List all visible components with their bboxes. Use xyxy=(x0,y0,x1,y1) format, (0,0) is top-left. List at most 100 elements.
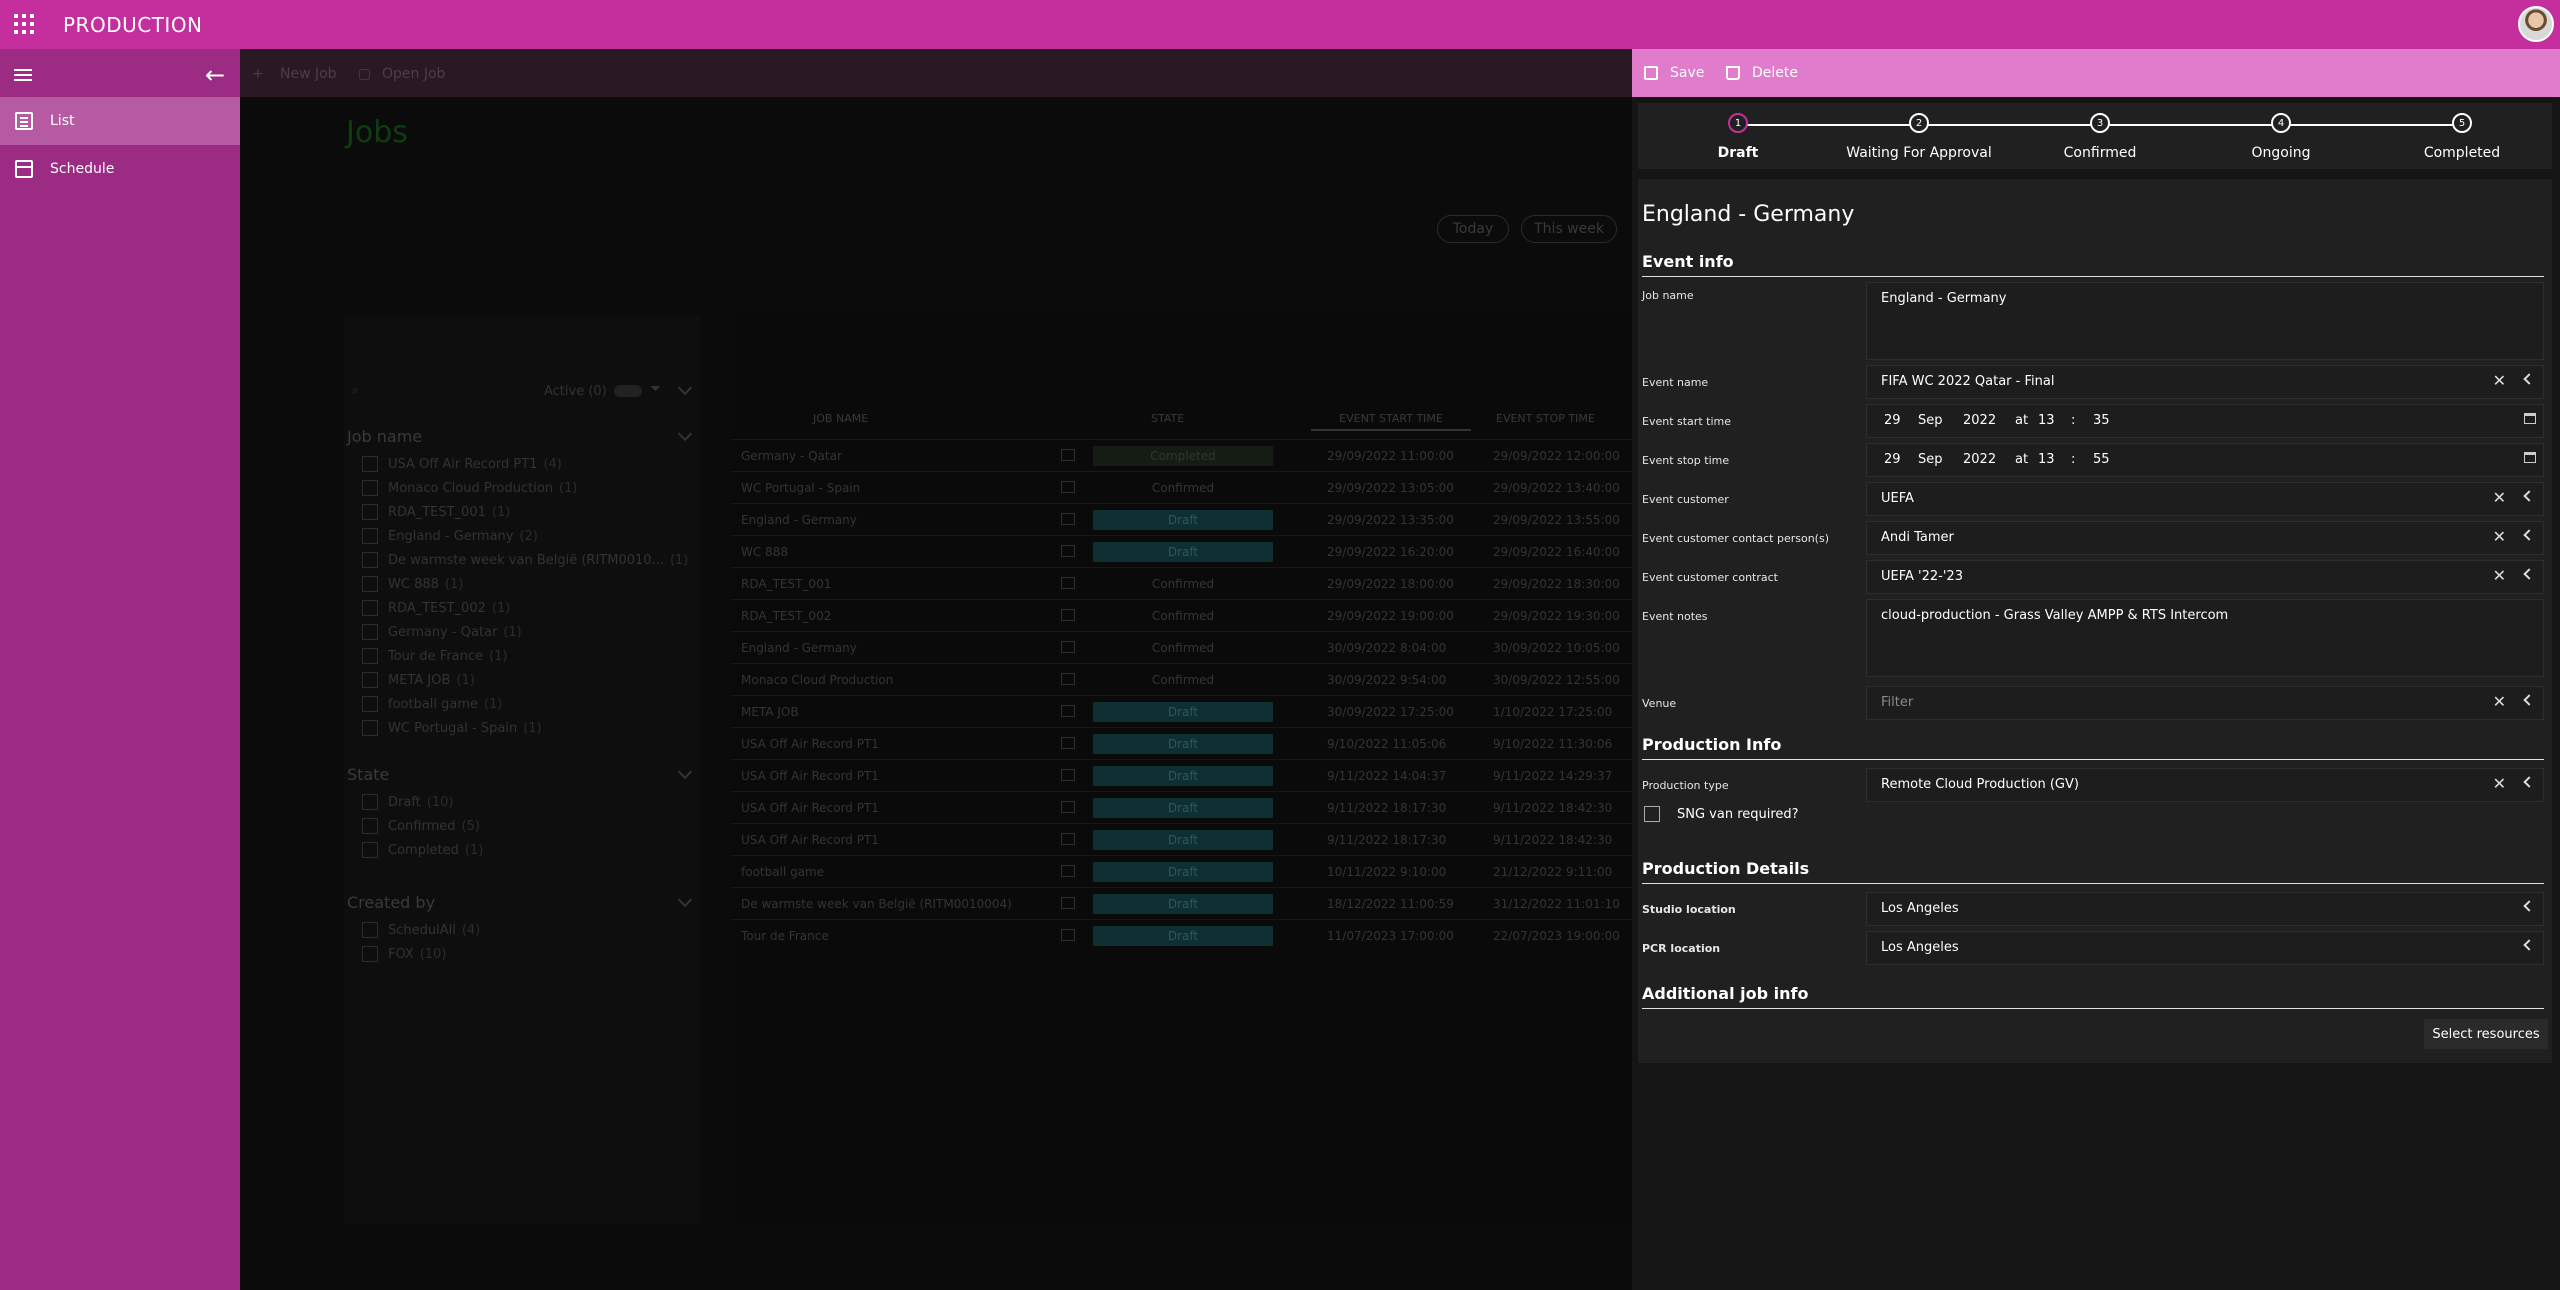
checkbox-box[interactable] xyxy=(362,842,378,858)
studio-location-field[interactable]: Los Angeles xyxy=(1866,892,2544,926)
venue-field[interactable]: Filter ✕ xyxy=(1866,686,2544,720)
delete-button[interactable]: Delete xyxy=(1726,65,1798,81)
filter-item[interactable]: De warmste week van België (RITM0010... (… xyxy=(362,552,688,568)
table-row[interactable]: RDA_TEST_001 Confirmed 29/09/2022 18:00:00… xyxy=(731,567,1632,599)
table-row[interactable]: England - Germany Draft 29/09/2022 13:35:0… xyxy=(731,503,1632,535)
checkbox-box[interactable] xyxy=(362,576,378,592)
stop-month[interactable]: Sep xyxy=(1918,452,1943,467)
job-name-field[interactable]: England - Germany xyxy=(1866,282,2544,360)
new-job-button[interactable]: New Job xyxy=(280,66,337,82)
column-header-stop[interactable]: EVENT STOP TIME xyxy=(1496,412,1595,425)
filter-item[interactable]: WC 888 (1) xyxy=(362,576,463,592)
production-type-field[interactable]: Remote Cloud Production (GV) ✕ xyxy=(1866,768,2544,802)
open-link-icon[interactable] xyxy=(1061,897,1075,909)
checkbox-box[interactable] xyxy=(362,922,378,938)
table-row[interactable]: RDA_TEST_002 Confirmed 29/09/2022 19:00:00… xyxy=(731,599,1632,631)
sidebar-item-schedule[interactable]: Schedule xyxy=(0,145,240,193)
this-week-button[interactable]: This week xyxy=(1521,215,1617,243)
filter-item[interactable]: football game (1) xyxy=(362,696,502,712)
checkbox-box[interactable] xyxy=(362,600,378,616)
clear-icon[interactable]: ✕ xyxy=(2493,527,2506,546)
calendar-icon[interactable] xyxy=(2524,413,2536,424)
search-icon[interactable]: ⌕ xyxy=(352,383,359,398)
chevron-left-icon[interactable] xyxy=(2523,529,2535,541)
table-row[interactable]: WC Portugal - Spain Confirmed 29/09/2022 1… xyxy=(731,471,1632,503)
start-hour[interactable]: 13 xyxy=(2038,413,2055,428)
table-row[interactable]: Germany - Qatar Completed 29/09/2022 11:00… xyxy=(731,439,1632,471)
checkbox-box[interactable] xyxy=(362,672,378,688)
open-link-icon[interactable] xyxy=(1061,481,1075,493)
chevron-down-icon[interactable] xyxy=(677,426,693,442)
open-link-icon[interactable] xyxy=(1061,513,1075,525)
event-name-field[interactable]: FIFA WC 2022 Qatar - Final ✕ xyxy=(1866,365,2544,399)
open-link-icon[interactable] xyxy=(1061,737,1075,749)
filter-item[interactable]: SchedulAll (4) xyxy=(362,922,480,938)
back-arrow-icon[interactable]: ← xyxy=(205,61,225,89)
filter-item[interactable]: META JOB (1) xyxy=(362,672,475,688)
avatar[interactable] xyxy=(2518,6,2554,42)
open-link-icon[interactable] xyxy=(1061,673,1075,685)
chevron-left-icon[interactable] xyxy=(2523,373,2535,385)
active-toggle[interactable] xyxy=(614,385,642,397)
column-header-job-name[interactable]: JOB NAME xyxy=(813,412,868,425)
select-resources-button[interactable]: Select resources xyxy=(2424,1019,2548,1049)
filter-item[interactable]: Germany - Qatar (1) xyxy=(362,624,522,640)
chevron-down-icon[interactable] xyxy=(677,380,693,396)
stop-day[interactable]: 29 xyxy=(1884,452,1901,467)
open-link-icon[interactable] xyxy=(1061,577,1075,589)
filter-item[interactable]: USA Off Air Record PT1 (4) xyxy=(362,456,562,472)
checkbox-box[interactable] xyxy=(362,624,378,640)
chevron-down-icon[interactable] xyxy=(677,892,693,908)
calendar-icon[interactable] xyxy=(2524,452,2536,463)
start-year[interactable]: 2022 xyxy=(1963,413,1996,428)
hamburger-icon[interactable] xyxy=(14,69,32,81)
table-row[interactable]: football game Draft 10/11/2022 9:10:00 21/1… xyxy=(731,855,1632,887)
checkbox-box[interactable] xyxy=(1644,806,1660,822)
clear-icon[interactable]: ✕ xyxy=(2493,371,2506,390)
clear-icon[interactable]: ✕ xyxy=(2493,774,2506,793)
checkbox-box[interactable] xyxy=(362,696,378,712)
filter-item[interactable]: RDA_TEST_001 (1) xyxy=(362,504,510,520)
open-link-icon[interactable] xyxy=(1061,641,1075,653)
table-row[interactable]: USA Off Air Record PT1 Draft 9/11/2022 18:… xyxy=(731,791,1632,823)
table-row[interactable]: Monaco Cloud Production Confirmed 30/09/20… xyxy=(731,663,1632,695)
chevron-left-icon[interactable] xyxy=(2523,939,2535,951)
filter-icon[interactable]: ⏷ xyxy=(650,381,661,397)
save-button[interactable]: Save xyxy=(1644,65,1704,81)
customer-contact-field[interactable]: Andi Tamer ✕ xyxy=(1866,521,2544,555)
pcr-location-field[interactable]: Los Angeles xyxy=(1866,931,2544,965)
checkbox-box[interactable] xyxy=(362,456,378,472)
app-launcher-icon[interactable] xyxy=(14,14,34,34)
chevron-down-icon[interactable] xyxy=(677,764,693,780)
start-month[interactable]: Sep xyxy=(1918,413,1943,428)
checkbox-box[interactable] xyxy=(362,480,378,496)
open-link-icon[interactable] xyxy=(1061,449,1075,461)
event-notes-field[interactable]: cloud-production - Grass Valley AMPP & R… xyxy=(1866,599,2544,677)
open-icon[interactable]: ▢ xyxy=(358,66,371,82)
event-start-time-field[interactable]: 29 Sep 2022 at 13 : 35 xyxy=(1866,404,2544,438)
sidebar-item-list[interactable]: List xyxy=(0,97,240,145)
open-link-icon[interactable] xyxy=(1061,801,1075,813)
table-row[interactable]: England - Germany Confirmed 30/09/2022 8:0… xyxy=(731,631,1632,663)
table-row[interactable]: De warmste week van België (RITM0010004)… xyxy=(731,887,1632,919)
checkbox-box[interactable] xyxy=(362,648,378,664)
filter-item[interactable]: RDA_TEST_002 (1) xyxy=(362,600,510,616)
open-link-icon[interactable] xyxy=(1061,833,1075,845)
filter-item[interactable]: FOX (10) xyxy=(362,946,446,962)
clear-icon[interactable]: ✕ xyxy=(2493,488,2506,507)
stop-hour[interactable]: 13 xyxy=(2038,452,2055,467)
stop-year[interactable]: 2022 xyxy=(1963,452,1996,467)
stop-minute[interactable]: 55 xyxy=(2093,452,2110,467)
chevron-left-icon[interactable] xyxy=(2523,694,2535,706)
filter-item[interactable]: Confirmed (5) xyxy=(362,818,480,834)
filter-item[interactable]: Tour de France (1) xyxy=(362,648,507,664)
table-row[interactable]: USA Off Air Record PT1 Draft 9/11/2022 18:… xyxy=(731,823,1632,855)
today-button[interactable]: Today xyxy=(1437,215,1509,243)
table-row[interactable]: META JOB Draft 30/09/2022 17:25:00 1/10/202… xyxy=(731,695,1632,727)
filter-item[interactable]: WC Portugal - Spain (1) xyxy=(362,720,542,736)
column-header-state[interactable]: STATE xyxy=(1151,412,1184,425)
chevron-left-icon[interactable] xyxy=(2523,490,2535,502)
sng-van-checkbox[interactable]: SNG van required? xyxy=(1644,806,1799,822)
checkbox-box[interactable] xyxy=(362,720,378,736)
start-minute[interactable]: 35 xyxy=(2093,413,2110,428)
